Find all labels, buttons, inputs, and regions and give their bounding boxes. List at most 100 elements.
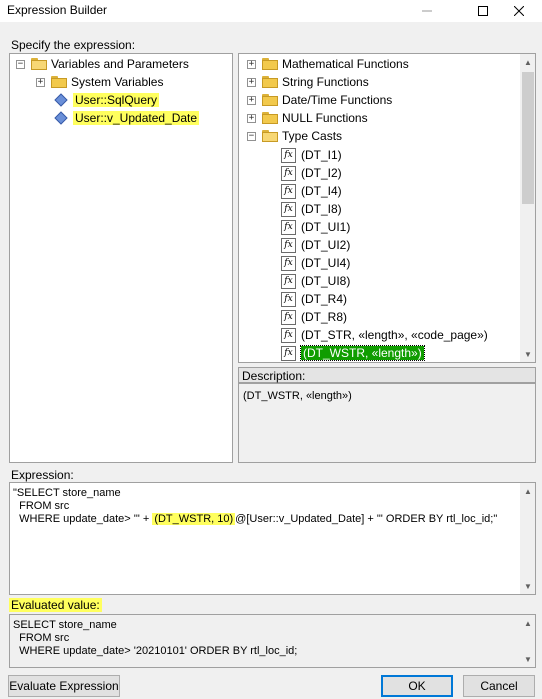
tree-item-system-variables[interactable]: + System Variables [36,73,163,91]
tree-item-label: Type Casts [282,129,343,143]
expand-icon[interactable]: + [247,77,256,87]
tree-item-null-functions[interactable]: + NULL Functions [247,109,368,127]
expression-line-1: "SELECT store_name [13,487,121,499]
collapse-icon[interactable]: − [247,131,256,141]
functions-scrollbar[interactable]: ▲ ▼ [520,54,535,362]
tree-item-cast[interactable]: fx (DT_UI1) [281,218,350,236]
tree-item-sqlquery[interactable]: User::SqlQuery [54,91,160,109]
cast-label: (DT_STR, «length», «code_page») [301,328,488,342]
tree-root[interactable]: − Variables and Parameters [16,55,189,73]
tree-item-cast[interactable]: fx (DT_I2) [281,164,342,182]
tree-item-cast[interactable]: fx (DT_R4) [281,290,347,308]
maximize-icon [478,6,488,16]
tree-item-cast[interactable]: fx (DT_UI2) [281,236,350,254]
minimize-icon [422,10,432,12]
close-icon [514,6,524,16]
scroll-up-icon[interactable]: ▲ [520,615,535,631]
expand-icon[interactable]: + [247,59,256,69]
cast-label: (DT_UI4) [301,256,351,270]
tree-item-cast[interactable]: fx (DT_UI4) [281,254,350,272]
tree-item-cast[interactable]: fx (DT_STR, «length», «code_page») [281,326,488,344]
ok-button[interactable]: OK [381,675,453,697]
function-icon: fx [281,219,296,235]
tree-item-cast[interactable]: fx (DT_UI8) [281,272,350,290]
folder-icon [262,58,278,70]
scroll-down-icon[interactable]: ▼ [520,651,535,667]
tree-item-label: String Functions [282,75,369,89]
tree-item-label: System Variables [71,75,164,89]
tree-item-string-functions[interactable]: + String Functions [247,73,369,91]
evaluated-scrollbar[interactable]: ▲ ▼ [520,615,535,667]
expand-icon[interactable]: + [247,113,256,123]
expression-line-2: FROM src [13,500,70,512]
expression-scrollbar[interactable]: ▲ ▼ [520,483,535,594]
cast-label: (DT_UI8) [301,274,351,288]
function-icon: fx [281,201,296,217]
scroll-up-icon[interactable]: ▲ [520,483,535,499]
function-icon: fx [281,165,296,181]
variables-tree[interactable]: − Variables and Parameters + System Vari… [9,53,233,463]
tree-item-cast[interactable]: fx (DT_I4) [281,182,342,200]
tree-item-cast[interactable]: fx (DT_I1) [281,146,342,164]
tree-item-datetime-functions[interactable]: + Date/Time Functions [247,91,392,109]
tree-item-cast[interactable]: fx (DT_I8) [281,200,342,218]
cast-label: (DT_I2) [301,166,342,180]
function-icon: fx [281,291,296,307]
description-label: Description: [242,369,306,383]
evaluated-line-3: WHERE update_date> '20210101' ORDER BY r… [13,645,298,657]
close-button[interactable] [496,0,542,22]
tree-item-mathematical-functions[interactable]: + Mathematical Functions [247,55,409,73]
folder-open-icon [31,58,47,70]
evaluated-label: Evaluated value: [9,598,102,612]
tree-item-label: Date/Time Functions [282,93,393,107]
collapse-icon[interactable]: − [16,59,25,69]
window-title: Expression Builder [7,3,108,17]
folder-open-icon [262,130,278,142]
cast-label: (DT_UI2) [301,238,351,252]
evaluated-line-1: SELECT store_name [13,619,117,631]
expand-icon[interactable]: + [36,77,45,87]
folder-icon [262,112,278,124]
cast-label: (DT_UI1) [301,220,351,234]
scroll-down-icon[interactable]: ▼ [520,578,535,594]
cast-label-selected: (DT_WSTR, «length») [300,345,425,361]
functions-tree[interactable]: + Mathematical Functions + String Functi… [238,53,536,363]
folder-icon [262,76,278,88]
cast-label: (DT_I4) [301,184,342,198]
function-icon: fx [281,345,296,361]
cast-label: (DT_R4) [301,292,348,306]
tree-root-label: Variables and Parameters [51,57,189,71]
expression-line-3: WHERE update_date> '" + (DT_WSTR, 10) @[U… [13,513,497,526]
expression-part: @[User::v_Updated_Date] + "' ORDER BY rt… [235,513,498,525]
tree-item-cast-selected[interactable]: fx (DT_WSTR, «length») [281,344,425,362]
function-icon: fx [281,255,296,271]
scroll-thumb[interactable] [522,72,534,204]
function-icon: fx [281,183,296,199]
expand-icon[interactable]: + [247,95,256,105]
evaluated-label-text: Evaluated value: [9,598,102,612]
minimize-button[interactable] [404,0,450,22]
scroll-up-icon[interactable]: ▲ [520,54,535,70]
cast-label: (DT_I8) [301,202,342,216]
cast-label: (DT_R8) [301,310,348,324]
variable-icon [54,111,68,125]
expression-input[interactable]: "SELECT store_name FROM src WHERE update… [9,482,536,595]
tree-item-label: Mathematical Functions [282,57,409,71]
function-icon: fx [281,147,296,163]
function-icon: fx [281,327,296,343]
folder-icon [51,76,67,88]
variable-icon [54,93,68,107]
function-icon: fx [281,237,296,253]
tree-item-v-updated-date[interactable]: User::v_Updated_Date [54,109,200,127]
description-box: (DT_WSTR, «length») [238,383,536,463]
expression-part: WHERE update_date> '" + [13,513,153,525]
evaluate-expression-button[interactable]: Evaluate Expression [8,675,120,697]
cancel-button[interactable]: Cancel [463,675,535,697]
scroll-down-icon[interactable]: ▼ [520,346,535,362]
tree-item-type-casts[interactable]: − Type Casts [247,127,342,145]
description-header: Description: [238,367,536,383]
tree-item-label: User::v_Updated_Date [73,111,200,125]
cast-label: (DT_I1) [301,148,342,162]
tree-item-cast[interactable]: fx (DT_R8) [281,308,347,326]
description-text: (DT_WSTR, «length») [243,390,352,402]
